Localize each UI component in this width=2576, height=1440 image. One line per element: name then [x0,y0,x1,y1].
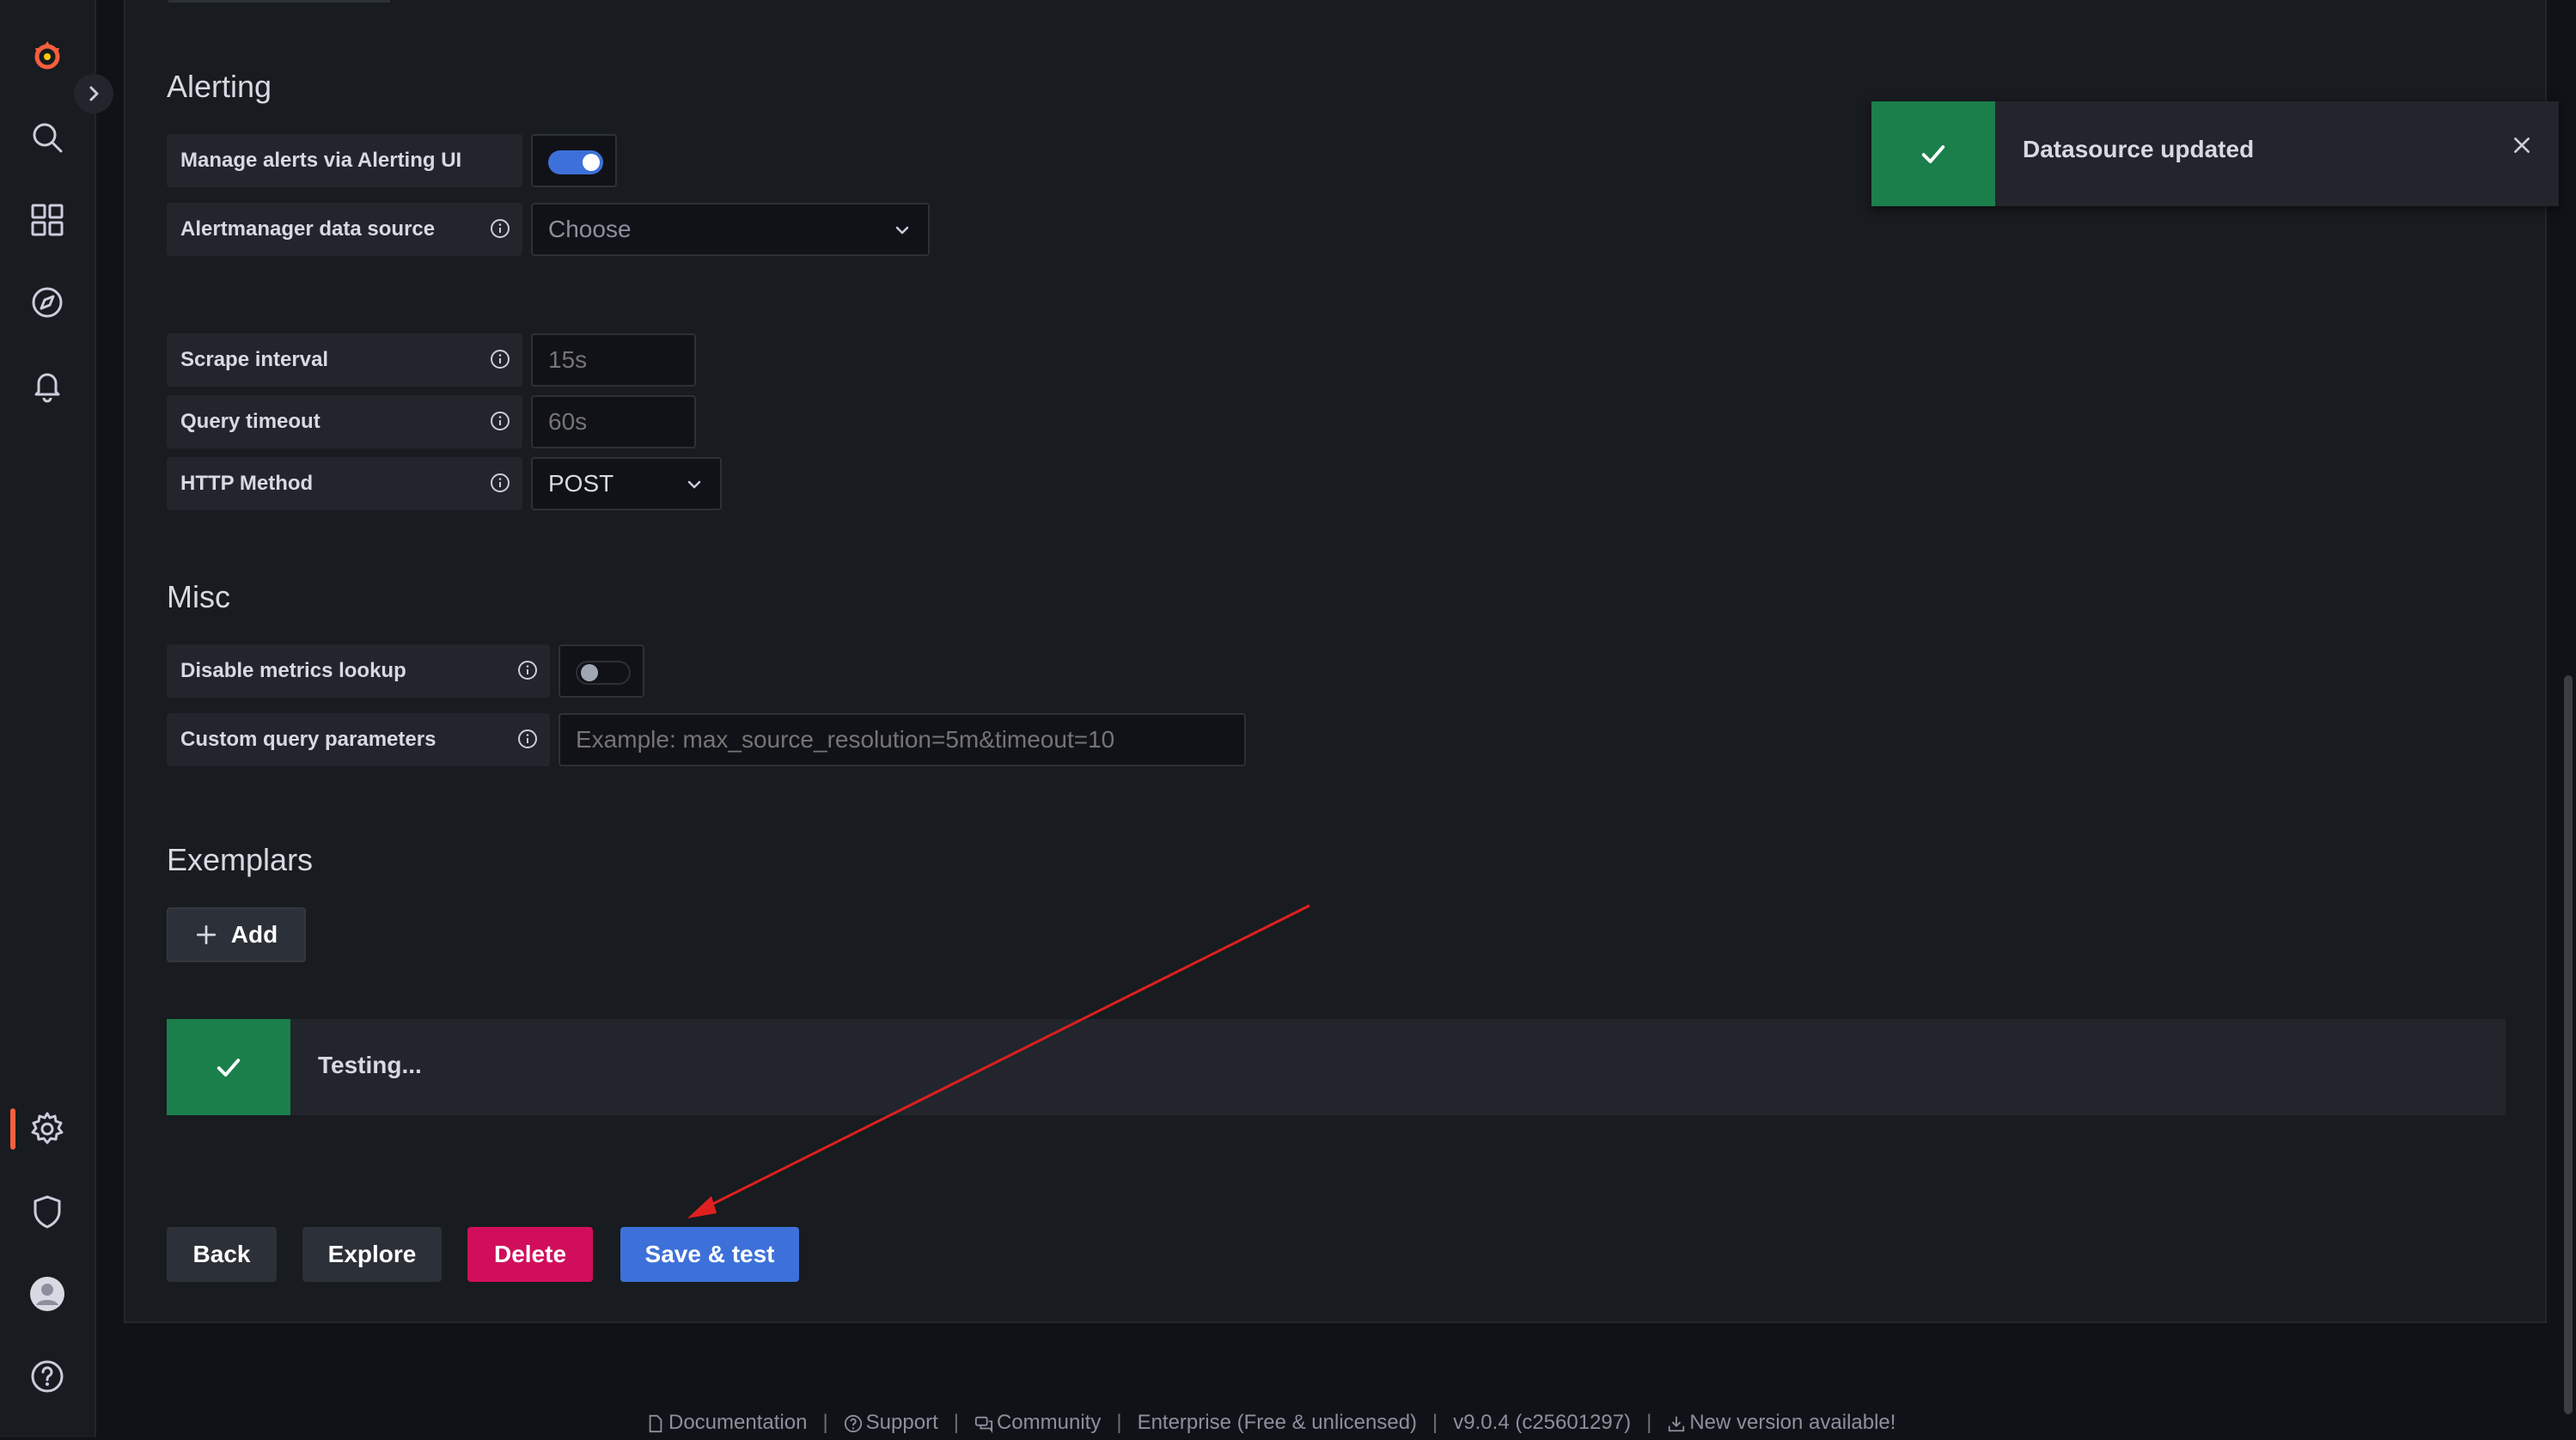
alerting-bell-icon[interactable] [21,359,73,411]
delete-button[interactable]: Delete [467,1227,593,1282]
info-icon[interactable] [490,349,510,369]
save-test-button[interactable]: Save & test [620,1227,799,1282]
disable-metrics-label-text: Disable metrics lookup [180,659,406,682]
datasource-updated-toast: Datasource updated [1871,101,2559,206]
download-icon [1669,1416,1685,1431]
custom-query-label-text: Custom query parameters [180,728,436,751]
footer-new-version-link[interactable]: New version available! [1667,1411,1895,1435]
document-icon [649,1414,662,1432]
explore-button[interactable]: Explore [302,1227,442,1282]
footer-community-link[interactable]: Community [974,1411,1101,1435]
footer-community-text: Community [996,1411,1102,1434]
info-icon[interactable] [490,218,510,239]
info-icon[interactable] [490,411,510,431]
alertmanager-select-placeholder: Choose [548,216,632,242]
manage-alerts-label: Manage alerts via Alerting UI [167,134,522,187]
search-icon[interactable] [21,112,73,163]
footer-edition: Enterprise (Free & unlicensed) [1137,1411,1418,1434]
test-status-message: Testing... [318,1052,422,1078]
divider [168,0,390,3]
alertmanager-label-text: Alertmanager data source [180,217,436,241]
info-icon[interactable] [517,660,538,680]
toggle-knob [583,154,600,171]
status-icon-box [167,1019,290,1115]
chevron-right-icon [89,86,99,101]
footer-support-link[interactable]: Support [844,1411,938,1435]
query-timeout-label-text: Query timeout [180,410,320,433]
footer-new-version-text: New version available! [1689,1411,1896,1434]
expand-menu-button[interactable] [74,74,113,113]
test-status-alert: Testing... [167,1019,2506,1115]
footer-separator: | [822,1411,828,1434]
toast-message: Datasource updated [2023,136,2255,162]
question-icon [844,1414,862,1432]
add-exemplar-button[interactable]: Add [167,907,306,962]
http-method-label-text: HTTP Method [180,472,314,495]
query-timeout-label: Query timeout [167,395,522,448]
chevron-down-icon [687,480,701,489]
back-button[interactable]: Back [167,1227,277,1282]
alertmanager-label: Alertmanager data source [167,203,522,256]
footer-separator: | [1646,1411,1652,1434]
scrape-interval-label-text: Scrape interval [180,348,329,371]
custom-query-label: Custom query parameters [167,713,550,766]
footer-documentation-link[interactable]: Documentation [646,1411,807,1435]
info-icon[interactable] [490,473,510,493]
chevron-down-icon [895,226,909,235]
footer-version: v9.0.4 (c25601297) [1453,1411,1632,1434]
plus-icon [196,924,216,945]
help-icon[interactable] [21,1351,73,1402]
footer-documentation-text: Documentation [668,1411,808,1434]
toggle-knob [581,664,598,681]
misc-section-title: Misc [167,579,230,614]
http-method-select[interactable]: POST [531,457,722,510]
avatar[interactable] [21,1268,73,1320]
active-indicator [10,1108,15,1150]
footer-separator: | [953,1411,959,1434]
gear-icon[interactable] [21,1103,73,1155]
http-method-select-value: POST [548,470,614,497]
dashboards-icon[interactable] [21,194,73,246]
footer-separator: | [1116,1411,1122,1434]
sidebar-nav [0,0,96,1437]
alerting-section-title: Alerting [167,69,272,104]
close-icon[interactable] [2511,134,2533,156]
alertmanager-select[interactable]: Choose [531,203,930,256]
scrape-interval-input[interactable] [531,333,696,387]
manage-alerts-toggle[interactable] [531,134,617,187]
shield-icon[interactable] [21,1186,73,1237]
disable-metrics-label: Disable metrics lookup [167,644,550,698]
custom-query-input[interactable] [559,713,1246,766]
toast-icon-box [1871,101,1995,206]
scrape-interval-label: Scrape interval [167,333,522,387]
comments-icon [974,1416,993,1433]
query-timeout-input[interactable] [531,395,696,448]
check-icon [217,1059,241,1077]
toggle-track [548,150,603,174]
footer-support-text: Support [865,1411,938,1434]
add-exemplar-label: Add [230,921,278,948]
http-method-label: HTTP Method [167,457,522,510]
check-icon [1921,145,1945,163]
disable-metrics-toggle[interactable] [559,644,644,698]
info-icon[interactable] [517,729,538,749]
footer: Documentation | Support | Community | En… [646,1406,1895,1440]
grafana-logo-icon[interactable] [21,29,73,81]
explore-icon[interactable] [21,277,73,328]
manage-alerts-label-text: Manage alerts via Alerting UI [180,149,462,172]
footer-separator: | [1432,1411,1438,1434]
scrollbar[interactable] [2564,675,2573,1414]
exemplars-section-title: Exemplars [167,842,314,877]
toggle-track [576,661,631,685]
